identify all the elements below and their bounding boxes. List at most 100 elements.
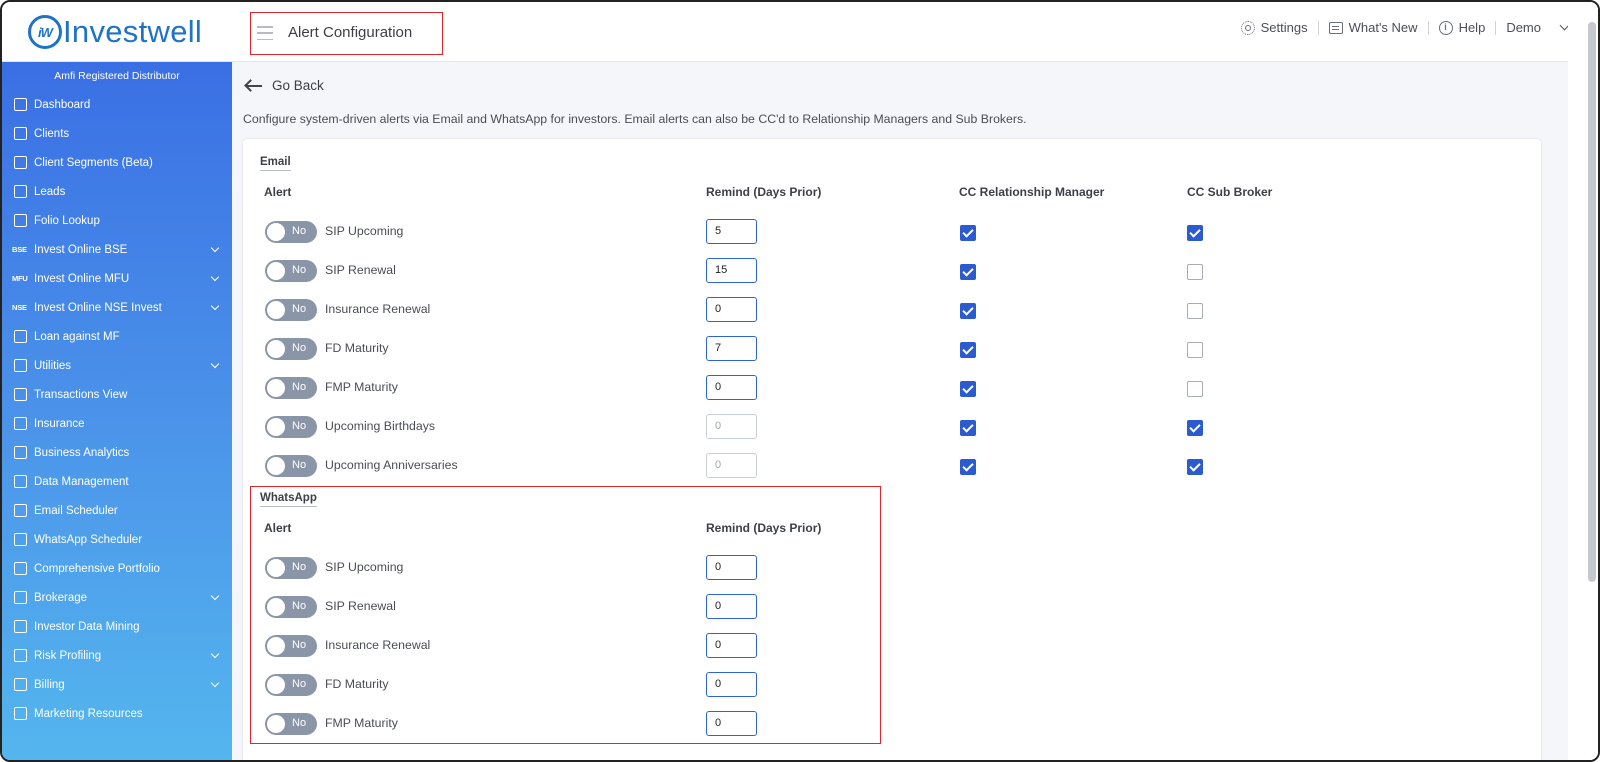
sidebar-item-dashboard[interactable]: Dashboard <box>2 90 232 119</box>
sidebar-item-comprehensive-portfolio[interactable]: Comprehensive Portfolio <box>2 554 232 583</box>
sidebar-item-investor-data-mining[interactable]: Investor Data Mining <box>2 612 232 641</box>
go-back-link[interactable]: Go Back <box>246 78 324 93</box>
alert-row: No SIP Upcoming 5 <box>243 219 1533 245</box>
sidebar-item-business-analytics[interactable]: Business Analytics <box>2 438 232 467</box>
whatsapp-col-alert: Alert <box>264 521 292 535</box>
settings-link[interactable]: Settings <box>1240 20 1308 35</box>
sidebar-item-marketing-resources[interactable]: Marketing Resources <box>2 699 232 728</box>
sidebar-item-email-scheduler[interactable]: Email Scheduler <box>2 496 232 525</box>
transactions-icon <box>12 387 28 403</box>
remind-days-input[interactable]: 0 <box>706 375 757 400</box>
bse-icon: BSE <box>12 245 27 254</box>
alert-toggle[interactable]: No <box>265 260 317 282</box>
remind-days-input[interactable]: 5 <box>706 219 757 244</box>
alert-row: No Insurance Renewal 0 <box>243 297 1533 323</box>
user-menu[interactable]: Demo <box>1506 20 1570 35</box>
sidebar-item-clients[interactable]: Clients <box>2 119 232 148</box>
toggle-knob <box>267 457 285 475</box>
sidebar-item-label: Folio Lookup <box>34 214 100 227</box>
alert-config-card: Email Alert Remind (Days Prior) CC Relat… <box>243 139 1541 760</box>
help-link[interactable]: i Help <box>1438 20 1485 35</box>
users-icon <box>12 126 28 142</box>
hamburger-menu-icon[interactable] <box>257 26 273 40</box>
sidebar-item-transactions-view[interactable]: Transactions View <box>2 380 232 409</box>
sidebar-item-risk-profiling[interactable]: Risk Profiling <box>2 641 232 670</box>
email-col-alert: Alert <box>264 185 292 199</box>
toggle-label: No <box>292 459 307 471</box>
alert-row: No SIP Renewal 15 <box>243 258 1533 284</box>
alert-toggle[interactable]: No <box>265 713 317 735</box>
alert-toggle[interactable]: No <box>265 299 317 321</box>
cc-sb-checkbox[interactable] <box>1187 381 1203 397</box>
remind-days-input[interactable]: 15 <box>706 258 757 283</box>
cc-rm-checkbox[interactable] <box>960 303 976 319</box>
sidebar-item-invest-online-mfu[interactable]: MFU Invest Online MFU <box>2 264 232 293</box>
toggle-label: No <box>292 381 307 393</box>
alert-toggle[interactable]: No <box>265 596 317 618</box>
alert-toggle[interactable]: No <box>265 416 317 438</box>
cc-sb-checkbox[interactable] <box>1187 342 1203 358</box>
chevron-down-icon <box>210 272 220 282</box>
cc-rm-checkbox[interactable] <box>960 225 976 241</box>
investwell-logo[interactable]: iW Investwell <box>28 14 202 50</box>
remind-days-input[interactable]: 0 <box>706 672 757 697</box>
sidebar-item-label: WhatsApp Scheduler <box>34 533 143 546</box>
toggle-knob <box>267 379 285 397</box>
cc-sb-checkbox[interactable] <box>1187 459 1203 475</box>
remind-days-input[interactable]: 0 <box>706 594 757 619</box>
alert-toggle[interactable]: No <box>265 674 317 696</box>
cc-rm-checkbox[interactable] <box>960 381 976 397</box>
nav-divider <box>1495 20 1497 35</box>
sidebar-item-invest-online-bse[interactable]: BSE Invest Online BSE <box>2 235 232 264</box>
sidebar-item-leads[interactable]: Leads <box>2 177 232 206</box>
sidebar-item-label: Dashboard <box>34 98 91 111</box>
sidebar-item-loan-against-mf[interactable]: Loan against MF <box>2 322 232 351</box>
remind-days-input[interactable]: 0 <box>706 297 757 322</box>
alert-toggle[interactable]: No <box>265 557 317 579</box>
toggle-knob <box>267 418 285 436</box>
sidebar-item-label: Comprehensive Portfolio <box>34 562 160 575</box>
sidebar-item-folio-lookup[interactable]: Folio Lookup <box>2 206 232 235</box>
cc-sb-checkbox[interactable] <box>1187 225 1203 241</box>
alert-toggle[interactable]: No <box>265 455 317 477</box>
alert-row: No SIP Upcoming 0 <box>243 555 1533 581</box>
remind-days-input[interactable]: 0 <box>706 633 757 658</box>
email-col-cc-sb: CC Sub Broker <box>1187 185 1273 199</box>
chevron-down-icon <box>210 678 220 688</box>
sidebar-item-label: Invest Online BSE <box>34 243 128 256</box>
sidebar-item-utilities[interactable]: Utilities <box>2 351 232 380</box>
top-nav: Settings What's New i Help Demo <box>1240 20 1570 35</box>
cc-sb-checkbox[interactable] <box>1187 420 1203 436</box>
cc-rm-checkbox[interactable] <box>960 342 976 358</box>
billing-icon <box>12 677 28 693</box>
settings-label: Settings <box>1260 20 1308 35</box>
sidebar-item-client-segments-beta[interactable]: Client Segments (Beta) <box>2 148 232 177</box>
alert-toggle[interactable]: No <box>265 635 317 657</box>
rupee-doc-icon <box>12 213 28 229</box>
sidebar-item-brokerage[interactable]: Brokerage <box>2 583 232 612</box>
alert-toggle[interactable]: No <box>265 221 317 243</box>
whats-new-link[interactable]: What's New <box>1328 20 1418 35</box>
cc-sb-checkbox[interactable] <box>1187 303 1203 319</box>
alert-toggle[interactable]: No <box>265 338 317 360</box>
scrollbar-thumb[interactable] <box>1588 22 1596 582</box>
toggle-knob <box>267 340 285 358</box>
remind-days-input[interactable]: 7 <box>706 336 757 361</box>
remind-days-input[interactable]: 0 <box>706 711 757 736</box>
cc-rm-checkbox[interactable] <box>960 264 976 280</box>
cc-rm-checkbox[interactable] <box>960 420 976 436</box>
sidebar-item-data-management[interactable]: Data Management <box>2 467 232 496</box>
sidebar-item-insurance[interactable]: Insurance <box>2 409 232 438</box>
nav-divider <box>1427 20 1429 35</box>
whatsapp-col-remind: Remind (Days Prior) <box>706 521 822 535</box>
cc-sb-checkbox[interactable] <box>1187 264 1203 280</box>
sidebar-item-invest-online-nse-invest[interactable]: NSE Invest Online NSE Invest <box>2 293 232 322</box>
alert-toggle[interactable]: No <box>265 377 317 399</box>
sidebar-item-whatsapp-scheduler[interactable]: WhatsApp Scheduler <box>2 525 232 554</box>
sidebar-item-billing[interactable]: Billing <box>2 670 232 699</box>
remind-days-input[interactable]: 0 <box>706 555 757 580</box>
sidebar-item-label: Marketing Resources <box>34 707 143 720</box>
sidebar-menu: Dashboard Clients Client Segments (Beta) Le… <box>2 90 232 728</box>
insurance-icon <box>12 416 28 432</box>
cc-rm-checkbox[interactable] <box>960 459 976 475</box>
